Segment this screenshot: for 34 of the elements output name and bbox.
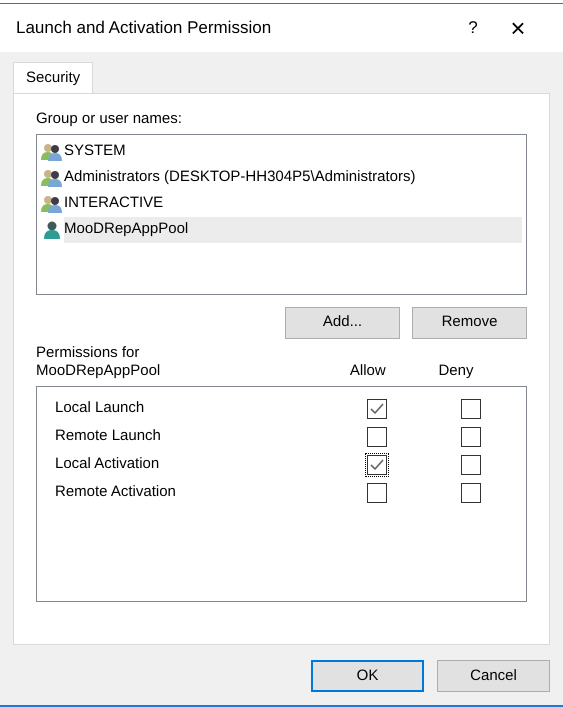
users-icon xyxy=(41,194,63,212)
check-icon xyxy=(370,402,384,414)
user-icon xyxy=(41,220,63,238)
permission-name: Remote Launch xyxy=(54,426,162,446)
column-header: Deny xyxy=(438,362,474,380)
window-title: Launch and Activation Permission xyxy=(16,17,272,40)
action-button[interactable]: Add... xyxy=(285,306,400,338)
users-icon xyxy=(41,142,63,160)
close-button[interactable]: × xyxy=(493,8,543,48)
user-list-item[interactable]: Administrators (DESKTOP-HH304P5\Administrators) xyxy=(64,164,522,190)
permission-name: Remote Activation xyxy=(54,482,177,502)
permission-name: Local Launch xyxy=(54,398,146,418)
checkbox[interactable] xyxy=(365,452,389,476)
users-icon xyxy=(41,168,63,186)
action-button[interactable]: Remove xyxy=(412,306,527,338)
tab[interactable]: Security xyxy=(13,62,94,94)
help-button[interactable]: ? xyxy=(453,15,493,41)
user-list-item[interactable]: MooDRepAppPool xyxy=(64,216,522,242)
checkbox[interactable] xyxy=(459,424,483,448)
user-list-item[interactable]: INTERACTIVE xyxy=(64,190,522,216)
checkbox[interactable] xyxy=(459,480,483,504)
group-label: Group or user names: xyxy=(36,109,183,129)
check-icon xyxy=(370,458,384,470)
column-header: Allow xyxy=(350,362,387,380)
checkbox[interactable] xyxy=(459,396,483,420)
permissions-label: Permissions for MooDRepAppPool xyxy=(36,344,162,380)
checkbox[interactable] xyxy=(365,396,389,420)
user-list-item[interactable]: SYSTEM xyxy=(64,138,522,164)
dialog-button[interactable]: Cancel xyxy=(437,660,550,692)
checkbox[interactable] xyxy=(365,480,389,504)
dialog-button[interactable]: OK xyxy=(311,660,424,692)
checkbox[interactable] xyxy=(365,424,389,448)
permission-name: Local Activation xyxy=(54,454,160,474)
checkbox[interactable] xyxy=(459,452,483,476)
